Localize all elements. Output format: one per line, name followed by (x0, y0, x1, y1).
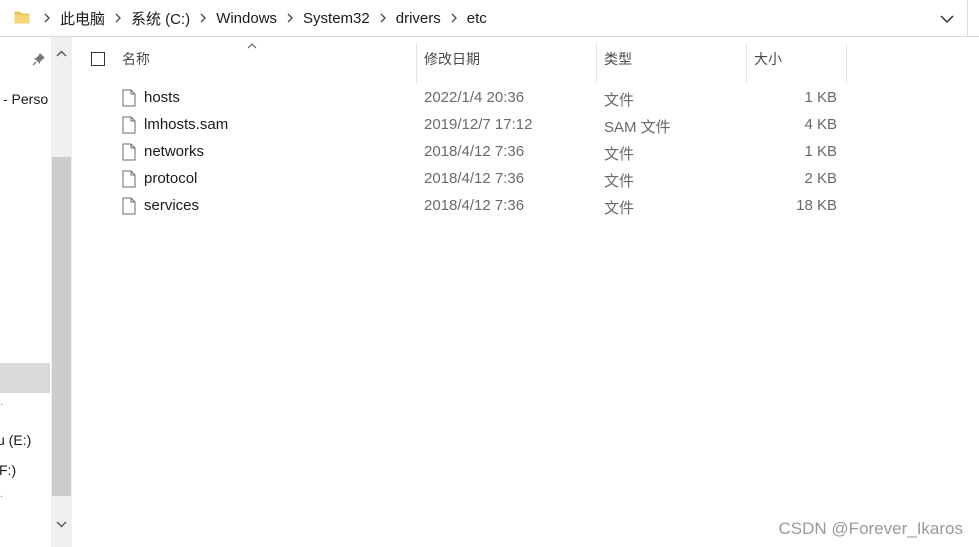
chevron-right-icon[interactable] (196, 11, 210, 25)
scroll-up-icon[interactable] (51, 45, 72, 63)
file-icon (122, 116, 136, 134)
nav-item-marker: · (0, 491, 4, 502)
file-size: 18 KB (796, 197, 837, 214)
column-header-name[interactable]: 名称 (112, 37, 416, 81)
file-size: 2 KB (804, 170, 837, 187)
file-type: SAM 文件 (604, 119, 671, 136)
file-date: 2018/4/12 7:36 (424, 170, 525, 187)
file-date: 2018/4/12 7:36 (424, 197, 525, 214)
file-name[interactable]: networks (144, 143, 204, 160)
file-name[interactable]: services (144, 197, 199, 214)
breadcrumb-item-system32[interactable]: System32 (297, 10, 376, 27)
chevron-right-icon[interactable] (111, 11, 125, 25)
chevron-right-icon[interactable] (40, 11, 54, 25)
nav-item-selected[interactable] (0, 363, 50, 393)
chevron-right-icon[interactable] (283, 11, 297, 25)
pin-icon[interactable] (32, 52, 46, 66)
nav-item-drive-f[interactable]: F:) (0, 462, 16, 478)
breadcrumb-item-drivers[interactable]: drivers (390, 10, 447, 27)
nav-scrollbar-thumb[interactable] (52, 157, 71, 496)
file-row[interactable]: networks 2018/4/12 7:36 文件 1 KB (72, 139, 979, 166)
folder-icon (14, 11, 30, 24)
column-header-date[interactable]: 修改日期 (414, 37, 596, 81)
column-header-size[interactable]: 大小 (744, 37, 846, 81)
file-type: 文件 (604, 146, 635, 163)
file-row[interactable]: lmhosts.sam 2019/12/7 17:12 SAM 文件 4 KB (72, 112, 979, 139)
address-bar-divider (967, 0, 968, 36)
file-icon (122, 143, 136, 161)
breadcrumb-item-windows[interactable]: Windows (210, 10, 283, 27)
breadcrumb: 此电脑 系统 (C:) Windows System32 drivers etc (40, 0, 493, 36)
column-header-type[interactable]: 类型 (594, 37, 746, 81)
scroll-down-icon[interactable] (51, 515, 72, 533)
watermark: CSDN @Forever_Ikaros (778, 519, 963, 538)
nav-item-marker: · (0, 399, 4, 410)
file-name[interactable]: protocol (144, 170, 197, 187)
file-row[interactable]: protocol 2018/4/12 7:36 文件 2 KB (72, 166, 979, 193)
address-bar[interactable]: 此电脑 系统 (C:) Windows System32 drivers etc (0, 0, 979, 37)
file-size: 1 KB (804, 89, 837, 106)
file-type: 文件 (604, 200, 635, 217)
select-all-checkbox[interactable] (91, 52, 105, 66)
chevron-right-icon[interactable] (376, 11, 390, 25)
nav-item-personal[interactable]: - Perso (3, 91, 48, 107)
navigation-pane: - Perso · u (E:) F:) · (0, 37, 72, 547)
file-name[interactable]: hosts (144, 89, 180, 106)
file-date: 2022/1/4 20:36 (424, 89, 525, 106)
file-icon (122, 89, 136, 107)
breadcrumb-item-system-c[interactable]: 系统 (C:) (125, 8, 196, 29)
file-list: 名称 修改日期 类型 大小 hosts 2022/1/4 20:36 文件 1 … (72, 37, 979, 547)
file-row[interactable]: hosts 2022/1/4 20:36 文件 1 KB (72, 85, 979, 112)
file-icon (122, 170, 136, 188)
file-rows: hosts 2022/1/4 20:36 文件 1 KB lmhosts.sam… (72, 85, 979, 220)
file-size: 4 KB (804, 116, 837, 133)
file-date: 2018/4/12 7:36 (424, 143, 525, 160)
file-icon (122, 197, 136, 215)
chevron-down-icon[interactable] (936, 8, 958, 30)
column-divider[interactable] (846, 43, 847, 83)
breadcrumb-item-this-pc[interactable]: 此电脑 (54, 8, 111, 29)
nav-item-drive-e[interactable]: u (E:) (0, 432, 31, 448)
breadcrumb-item-etc[interactable]: etc (461, 10, 493, 27)
chevron-right-icon[interactable] (447, 11, 461, 25)
file-type: 文件 (604, 92, 635, 109)
file-row[interactable]: services 2018/4/12 7:36 文件 18 KB (72, 193, 979, 220)
file-type: 文件 (604, 173, 635, 190)
file-name[interactable]: lmhosts.sam (144, 116, 228, 133)
file-size: 1 KB (804, 143, 837, 160)
file-date: 2019/12/7 17:12 (424, 116, 533, 133)
